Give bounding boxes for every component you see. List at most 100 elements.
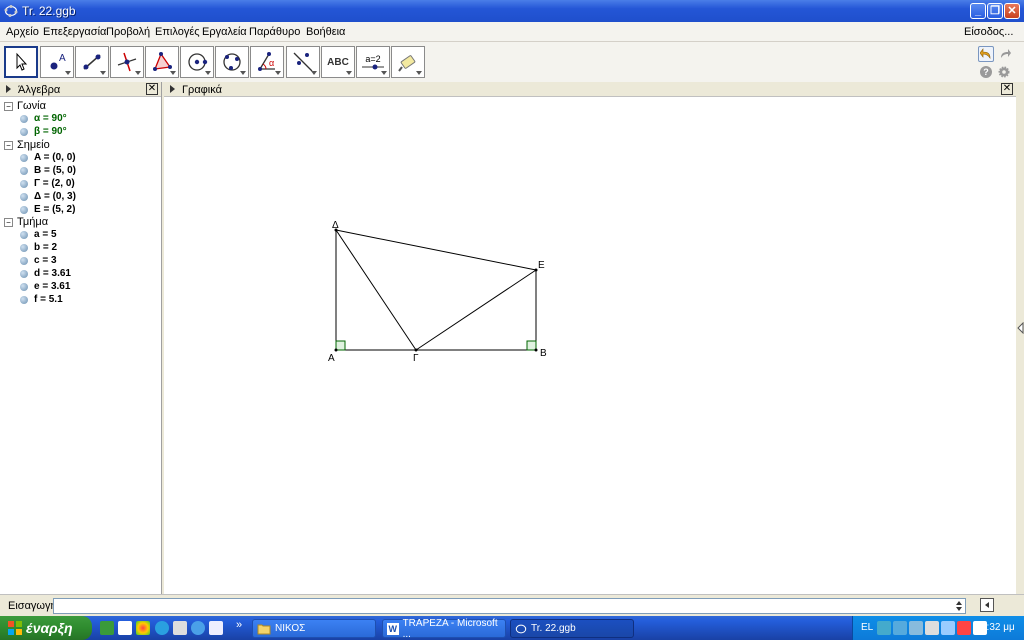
input-field[interactable] bbox=[53, 598, 966, 614]
language-indicator[interactable]: EL bbox=[861, 622, 873, 633]
slider-tool-button[interactable]: a=2 bbox=[356, 46, 390, 78]
list-item[interactable]: Δ = (0, 3) bbox=[20, 191, 76, 202]
list-item[interactable]: e = 3.61 bbox=[20, 281, 70, 292]
move-graphics-view-tool-button[interactable] bbox=[391, 46, 425, 78]
task-button-geogebra[interactable]: Tr. 22.ggb bbox=[510, 619, 634, 638]
list-item[interactable]: c = 3 bbox=[20, 255, 57, 266]
settings-button[interactable] bbox=[998, 66, 1010, 78]
start-button[interactable]: έναρξη bbox=[0, 616, 92, 640]
visibility-toggle-icon[interactable] bbox=[20, 114, 28, 123]
category-angle[interactable]: − Γωνία bbox=[4, 100, 46, 112]
polygon-tool-button[interactable] bbox=[145, 46, 179, 78]
label-Delta[interactable]: Δ bbox=[332, 220, 339, 231]
task-button-word[interactable]: W TRAPEZA - Microsoft ... bbox=[382, 618, 506, 640]
quicklaunch-camera-icon[interactable] bbox=[173, 621, 187, 635]
segment-f[interactable] bbox=[335, 229, 537, 271]
help-icon[interactable]: ? bbox=[980, 66, 992, 78]
visibility-toggle-icon[interactable] bbox=[20, 295, 28, 304]
menu-edit[interactable]: Επεξεργασία bbox=[43, 26, 106, 38]
perpendicular-line-tool-button[interactable] bbox=[110, 46, 144, 78]
angle-alpha-marker[interactable] bbox=[335, 340, 346, 351]
symbols-dropdown-icon[interactable] bbox=[955, 600, 963, 612]
login-link[interactable]: Είσοδος... bbox=[964, 26, 1013, 38]
tray-app-icon[interactable] bbox=[925, 621, 939, 635]
graphics-view[interactable]: Γραφικά ✕ A B Γ Δ E bbox=[164, 82, 1016, 594]
point-Gamma[interactable] bbox=[414, 348, 418, 352]
collapse-minus-icon[interactable]: − bbox=[4, 217, 13, 227]
quicklaunch-excel-icon[interactable] bbox=[100, 621, 114, 635]
quicklaunch-ie-icon[interactable] bbox=[155, 621, 169, 635]
visibility-toggle-icon[interactable] bbox=[20, 205, 28, 214]
visibility-toggle-icon[interactable] bbox=[20, 243, 28, 252]
visibility-toggle-icon[interactable] bbox=[20, 256, 28, 265]
quicklaunch-chevron[interactable]: » bbox=[236, 619, 242, 631]
list-item[interactable]: d = 3.61 bbox=[20, 268, 71, 279]
quicklaunch-browser-icon[interactable] bbox=[191, 621, 205, 635]
task-button-folder[interactable]: ΝΙΚΟΣ bbox=[252, 619, 376, 638]
algebra-close-button[interactable]: ✕ bbox=[146, 83, 158, 95]
quicklaunch-chrome-icon[interactable] bbox=[136, 621, 150, 635]
collapse-arrow-icon[interactable] bbox=[170, 85, 175, 93]
quicklaunch-desktop-icon[interactable] bbox=[209, 621, 223, 635]
move-tool-button[interactable] bbox=[4, 46, 38, 78]
text-tool-button[interactable]: ABC bbox=[321, 46, 355, 78]
menu-window[interactable]: Παράθυρο bbox=[249, 26, 300, 38]
menu-tools[interactable]: Εργαλεία bbox=[202, 26, 247, 38]
tray-security-icon[interactable] bbox=[957, 621, 971, 635]
circle-tool-button[interactable] bbox=[180, 46, 214, 78]
visibility-toggle-icon[interactable] bbox=[20, 282, 28, 291]
line-tool-button[interactable] bbox=[75, 46, 109, 78]
label-E[interactable]: E bbox=[538, 260, 545, 271]
visibility-toggle-icon[interactable] bbox=[20, 230, 28, 239]
list-item[interactable]: a = 5 bbox=[20, 229, 57, 240]
list-item[interactable]: f = 5.1 bbox=[20, 294, 63, 305]
collapse-minus-icon[interactable]: − bbox=[4, 140, 13, 150]
input-help-button[interactable] bbox=[980, 598, 994, 612]
close-button[interactable]: ✕ bbox=[1004, 3, 1020, 19]
list-item[interactable]: B = (5, 0) bbox=[20, 165, 76, 176]
visibility-toggle-icon[interactable] bbox=[20, 166, 28, 175]
category-segment[interactable]: − Τμήμα bbox=[4, 216, 48, 228]
list-item[interactable]: Γ = (2, 0) bbox=[20, 178, 75, 189]
angle-beta-marker[interactable] bbox=[526, 340, 537, 351]
quicklaunch-app-icon[interactable] bbox=[118, 621, 132, 635]
list-item[interactable]: β = 90° bbox=[20, 126, 67, 137]
visibility-toggle-icon[interactable] bbox=[20, 127, 28, 136]
conic-tool-button[interactable] bbox=[215, 46, 249, 78]
graphics-close-button[interactable]: ✕ bbox=[1001, 83, 1013, 95]
label-Gamma[interactable]: Γ bbox=[413, 353, 419, 364]
segment-e[interactable] bbox=[415, 269, 537, 351]
menu-file[interactable]: Αρχείο bbox=[6, 26, 39, 38]
collapse-arrow-icon[interactable] bbox=[6, 85, 11, 93]
point-B[interactable] bbox=[534, 348, 538, 352]
label-B[interactable]: B bbox=[540, 348, 547, 359]
visibility-toggle-icon[interactable] bbox=[20, 153, 28, 162]
clock[interactable]: 6:32 μμ bbox=[981, 622, 1015, 633]
menu-options[interactable]: Επιλογές bbox=[155, 26, 200, 38]
label-A[interactable]: A bbox=[328, 353, 335, 364]
minimize-button[interactable]: _ bbox=[970, 3, 986, 19]
visibility-toggle-icon[interactable] bbox=[20, 192, 28, 201]
undo-button[interactable] bbox=[978, 46, 994, 62]
angle-tool-button[interactable]: α bbox=[250, 46, 284, 78]
tray-bluetooth-icon[interactable] bbox=[893, 621, 907, 635]
visibility-toggle-icon[interactable] bbox=[20, 269, 28, 278]
side-panel-toggle[interactable] bbox=[1016, 82, 1024, 594]
geometry-canvas[interactable]: A B Γ Δ E bbox=[164, 97, 1016, 594]
list-item[interactable]: A = (0, 0) bbox=[20, 152, 76, 163]
category-point[interactable]: − Σημείο bbox=[4, 139, 50, 151]
point-A[interactable] bbox=[334, 348, 338, 352]
menu-help[interactable]: Βοήθεια bbox=[306, 26, 345, 38]
tray-network-icon[interactable] bbox=[909, 621, 923, 635]
visibility-toggle-icon[interactable] bbox=[20, 179, 28, 188]
menu-view[interactable]: Προβολή bbox=[106, 26, 150, 38]
tray-speaker-icon[interactable] bbox=[941, 621, 955, 635]
list-item[interactable]: α = 90° bbox=[20, 113, 67, 124]
tray-help-icon[interactable] bbox=[877, 621, 891, 635]
segment-d[interactable] bbox=[335, 229, 417, 351]
reflect-tool-button[interactable] bbox=[286, 46, 320, 78]
collapse-minus-icon[interactable]: − bbox=[4, 101, 13, 111]
list-item[interactable]: E = (5, 2) bbox=[20, 204, 75, 215]
redo-button[interactable] bbox=[997, 46, 1013, 62]
list-item[interactable]: b = 2 bbox=[20, 242, 57, 253]
